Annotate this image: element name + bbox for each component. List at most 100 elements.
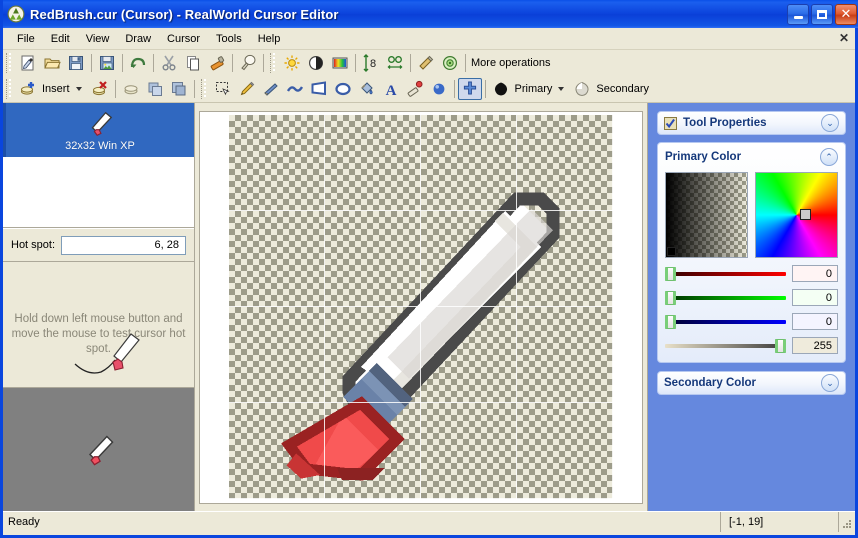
status-coordinates: [-1, 19] <box>721 512 839 532</box>
toolbar-separator <box>465 54 466 72</box>
brush-cursor-preview <box>88 434 114 465</box>
save-as-image-icon[interactable] <box>95 52 119 74</box>
color-pickers <box>665 172 838 258</box>
checkbox-checked-icon[interactable] <box>664 116 677 130</box>
primary-color-header[interactable]: Primary Color ⌃ <box>665 148 838 166</box>
menu-cursor[interactable]: Cursor <box>159 31 208 47</box>
toolbar-separator <box>122 54 123 72</box>
shade-marker[interactable] <box>667 247 676 256</box>
secondary-color-label[interactable]: Secondary <box>596 83 649 95</box>
cut-icon[interactable] <box>157 52 181 74</box>
save-icon[interactable] <box>64 52 88 74</box>
toolbar-separator <box>453 80 455 98</box>
insert-image-icon[interactable] <box>16 78 40 100</box>
resize-grip-icon[interactable] <box>839 512 855 532</box>
menu-file[interactable]: File <box>9 31 43 47</box>
primary-dropdown-icon[interactable] <box>558 87 565 91</box>
right-panel: Tool Properties ⌄ Primary Color ⌃ 0 0 0 … <box>648 103 855 511</box>
open-icon[interactable] <box>40 52 64 74</box>
flip-horizontal-icon[interactable] <box>383 52 407 74</box>
hotspot-test-pane[interactable]: Hold down left mouse button and move the… <box>3 261 194 387</box>
canvas-area[interactable] <box>195 103 648 511</box>
menu-draw[interactable]: Draw <box>117 31 159 47</box>
sphere-icon[interactable] <box>427 78 451 100</box>
green-slider[interactable] <box>665 290 786 305</box>
shade-alpha-picker[interactable] <box>665 172 748 258</box>
toolbar-grip-2[interactable] <box>270 53 278 73</box>
menu-help[interactable]: Help <box>250 31 289 47</box>
new-icon[interactable] <box>16 52 40 74</box>
fill-bulb-icon[interactable] <box>236 52 260 74</box>
blue-slider[interactable] <box>665 314 786 329</box>
hotspot-icon[interactable] <box>457 78 482 100</box>
green-value[interactable]: 0 <box>792 289 838 306</box>
maximize-button[interactable] <box>811 3 833 25</box>
image-properties-icon[interactable] <box>119 78 143 100</box>
contrast-icon[interactable] <box>304 52 328 74</box>
undo-icon[interactable] <box>126 52 150 74</box>
hue-wheel-picker[interactable] <box>755 172 838 258</box>
layer-list-item-32x32[interactable]: 32x32 Win XP <box>3 103 194 157</box>
pencil-icon[interactable] <box>235 78 259 100</box>
cursor-artwork[interactable] <box>229 115 613 499</box>
expand-down-icon[interactable]: ⌄ <box>821 114 839 132</box>
flip-vertical-icon[interactable]: 8 <box>359 52 383 74</box>
text-icon[interactable]: A <box>379 78 403 100</box>
red-slider[interactable] <box>665 266 786 281</box>
hotspot-input[interactable]: 6, 28 <box>61 235 186 255</box>
select-rectangle-icon[interactable] <box>211 78 235 100</box>
effects-icon[interactable] <box>438 52 462 74</box>
merge-icon[interactable] <box>167 78 191 100</box>
alpha-slider[interactable] <box>665 338 786 353</box>
layer-list-empty-area[interactable] <box>3 157 194 228</box>
expand-down-icon-secondary[interactable]: ⌄ <box>821 374 839 392</box>
insert-label[interactable]: Insert <box>42 83 70 95</box>
minimize-button[interactable] <box>787 3 809 25</box>
delete-image-icon[interactable] <box>88 78 112 100</box>
line-icon[interactable] <box>259 78 283 100</box>
copy-icon[interactable] <box>181 52 205 74</box>
secondary-color-swatch-icon[interactable] <box>570 78 594 100</box>
menu-edit[interactable]: Edit <box>43 31 78 47</box>
alpha-track <box>665 343 786 348</box>
close-button[interactable]: ✕ <box>835 3 857 25</box>
layers-toolbar-grip[interactable] <box>6 79 14 99</box>
hotspot-row: Hot spot: 6, 28 <box>3 228 194 261</box>
alpha-thumb[interactable] <box>775 338 786 353</box>
toolbar-separator <box>410 54 411 72</box>
more-operations-label[interactable]: More operations <box>471 57 551 69</box>
menu-view[interactable]: View <box>78 31 118 47</box>
toolbar-grip[interactable] <box>6 53 14 73</box>
secondary-color-header[interactable]: Secondary Color ⌄ <box>657 371 846 395</box>
alpha-value[interactable]: 255 <box>792 337 838 354</box>
colorize-icon[interactable] <box>328 52 352 74</box>
ellipse-icon[interactable] <box>331 78 355 100</box>
tools-toolbar-grip[interactable] <box>200 79 209 99</box>
flood-fill-icon[interactable] <box>355 78 379 100</box>
rectangle-icon[interactable] <box>307 78 331 100</box>
primary-color-label[interactable]: Primary <box>515 83 553 95</box>
menu-tools[interactable]: Tools <box>208 31 250 47</box>
red-thumb[interactable] <box>665 266 676 281</box>
blue-thumb[interactable] <box>665 314 676 329</box>
smooth-icon[interactable] <box>414 52 438 74</box>
green-thumb[interactable] <box>665 290 676 305</box>
tool-properties-header[interactable]: Tool Properties ⌄ <box>657 111 846 135</box>
blue-value[interactable]: 0 <box>792 313 838 330</box>
eraser-icon[interactable] <box>403 78 427 100</box>
layer-label: 32x32 Win XP <box>65 139 135 152</box>
red-track <box>665 271 786 276</box>
hue-marker[interactable] <box>800 209 811 220</box>
brightness-icon[interactable] <box>280 52 304 74</box>
close-document-icon[interactable]: ✕ <box>839 31 849 45</box>
duplicate-icon[interactable] <box>143 78 167 100</box>
application-window: RedBrush.cur (Cursor) - RealWorld Cursor… <box>0 0 858 538</box>
insert-dropdown-icon[interactable] <box>75 87 82 91</box>
red-value[interactable]: 0 <box>792 265 838 282</box>
curve-icon[interactable] <box>283 78 307 100</box>
collapse-up-icon[interactable]: ⌃ <box>820 148 838 166</box>
paste-icon[interactable] <box>205 52 229 74</box>
canvas-viewport[interactable] <box>199 110 643 504</box>
primary-color-swatch-icon[interactable] <box>489 78 513 100</box>
toolbar-separator <box>232 54 233 72</box>
